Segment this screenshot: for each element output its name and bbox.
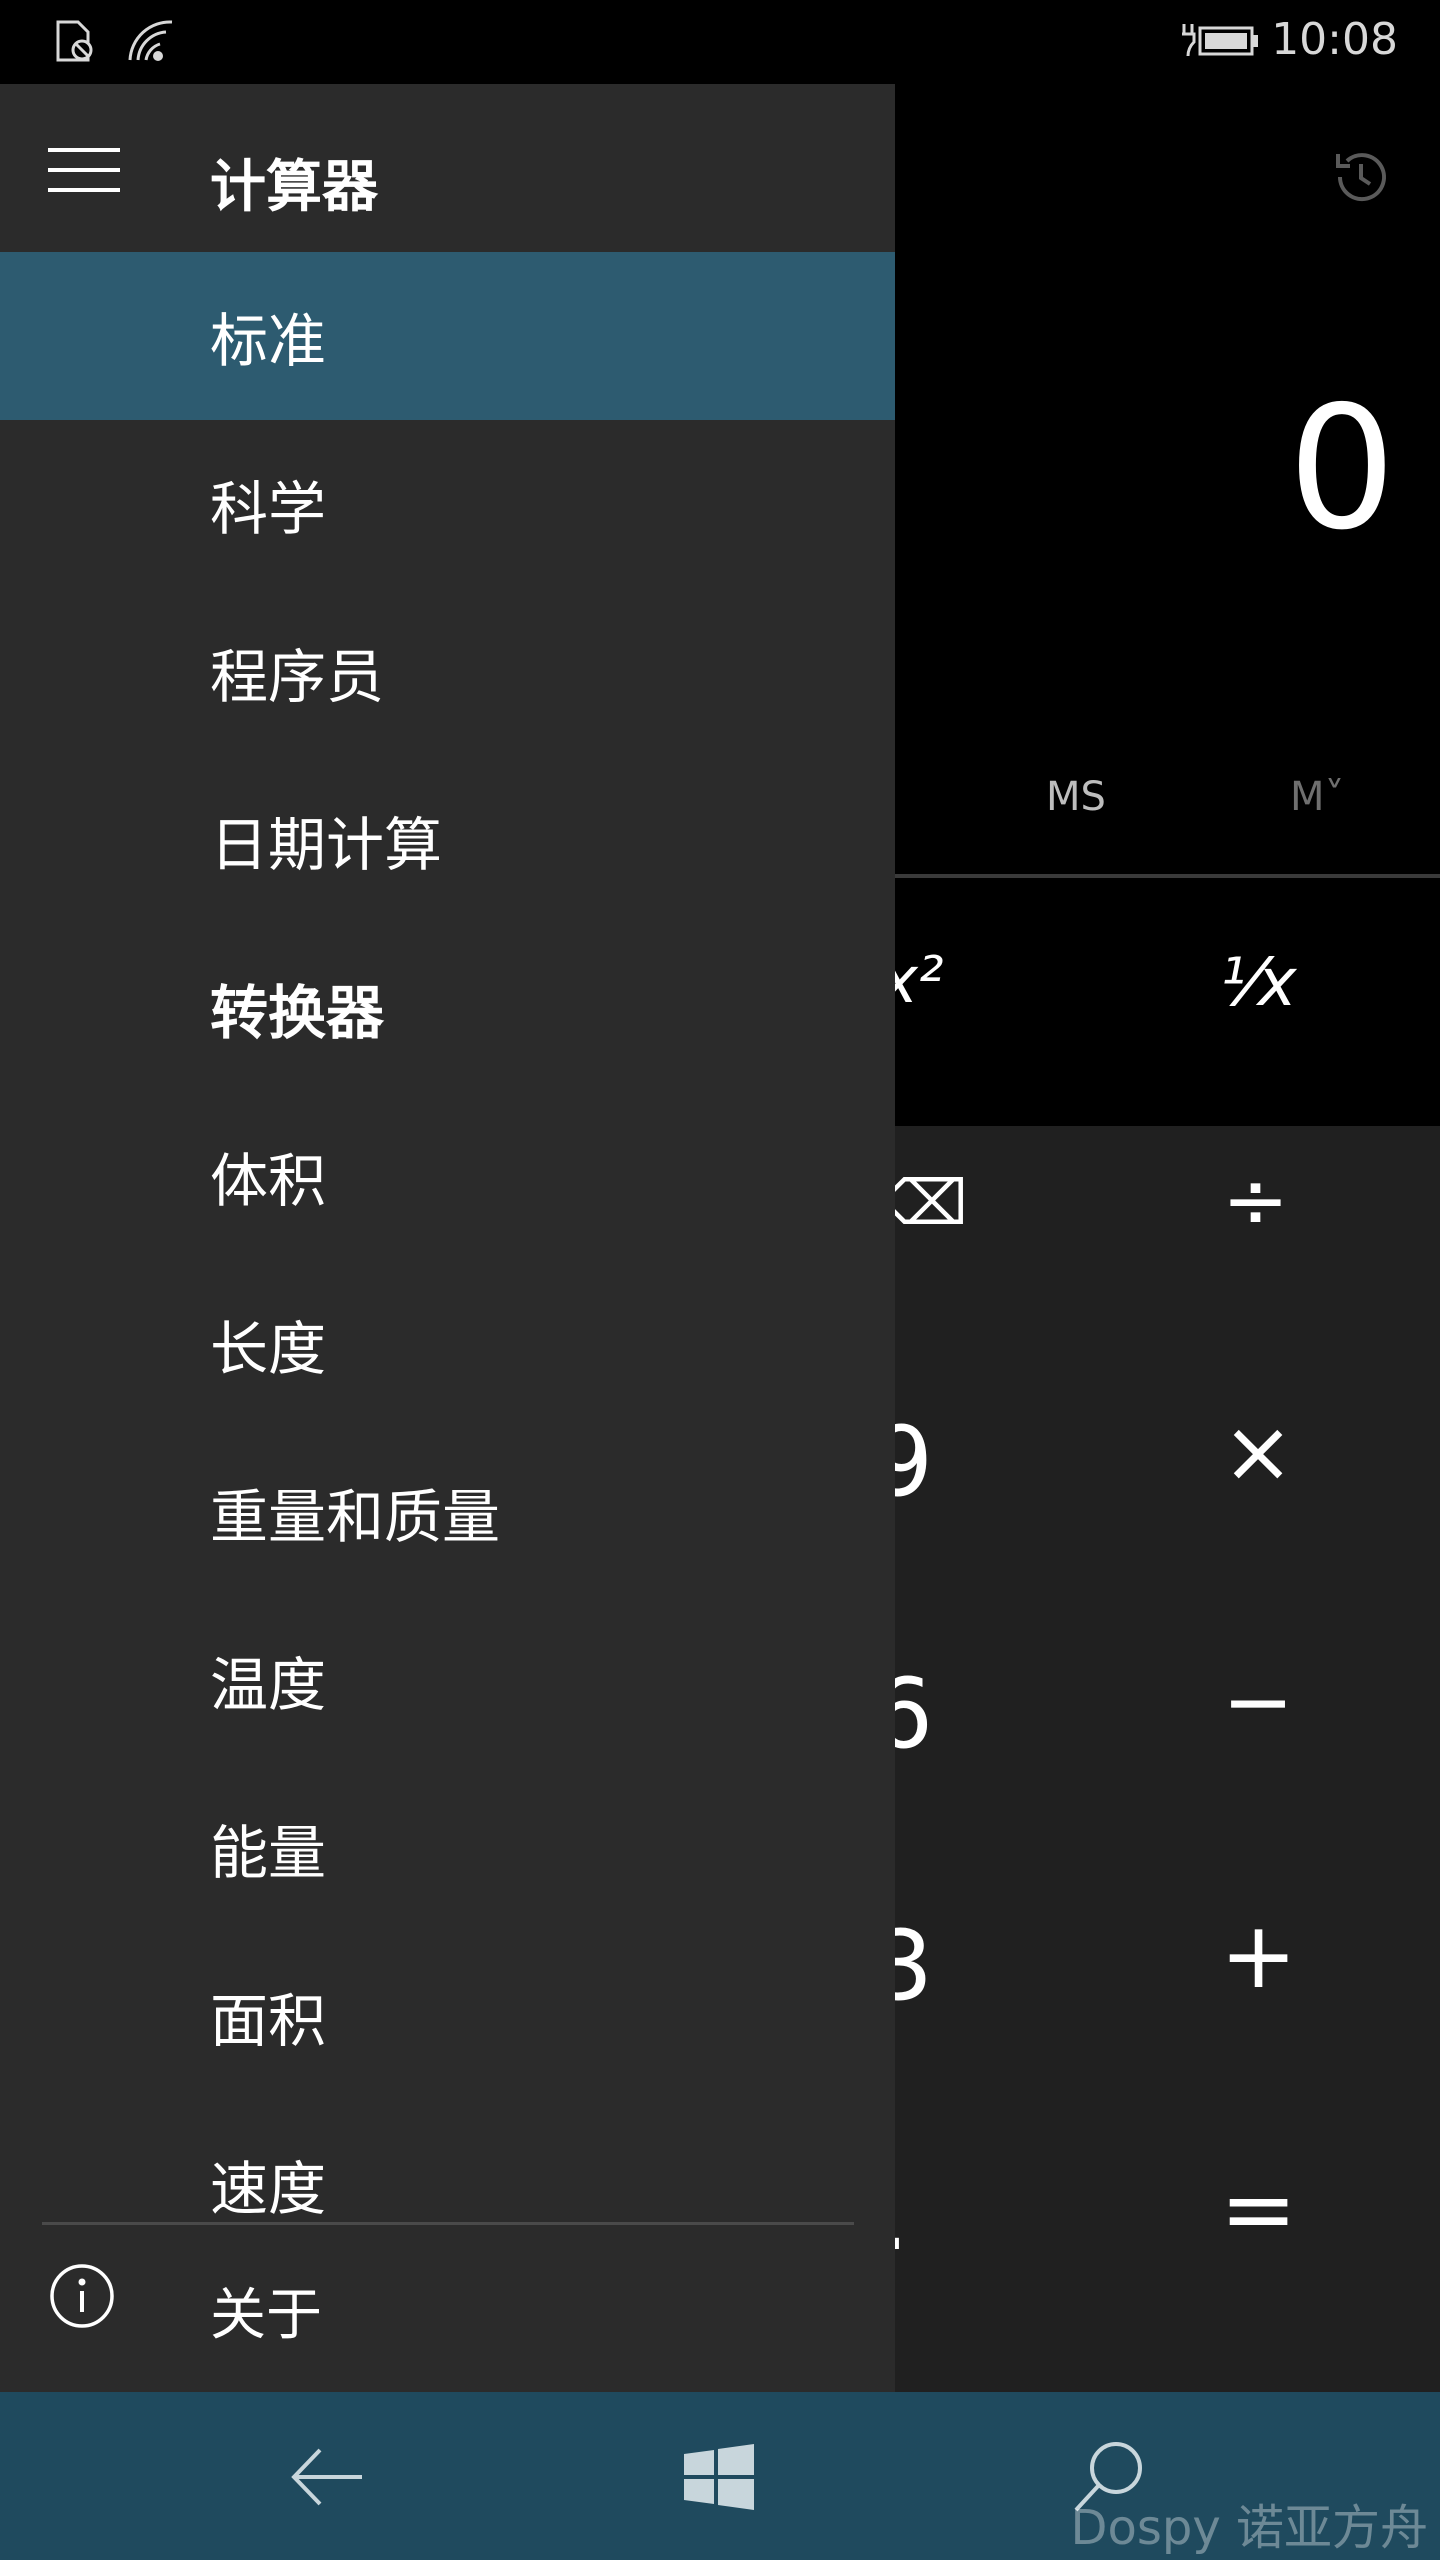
memory-store-button[interactable]: MS [1046,774,1106,820]
menu-item-label: 能量 [210,1819,327,1887]
status-bar: 10:08 [0,0,1440,84]
multiply-button[interactable]: × [1222,1402,1294,1502]
menu-item-programmer[interactable]: 程序员 [0,588,895,756]
wifi-icon [128,20,173,61]
menu-item-date-calculation[interactable]: 日期计算 [0,756,895,924]
no-sim-icon [56,20,93,62]
watermark: Dospy 诺亚方舟 [1070,2500,1428,2556]
menu-list: 标准 科学 程序员 日期计算 转换器 体积 长度 重量和质量 温度 能量 面积 … [0,252,895,2268]
menu-item-label: 科学 [210,475,327,543]
clock-time: 10:08 [1271,14,1398,65]
menu-item-volume[interactable]: 体积 [0,1092,895,1260]
minus-button[interactable]: − [1222,1652,1294,1752]
menu-item-scientific[interactable]: 科学 [0,420,895,588]
menu-item-area[interactable]: 面积 [0,1932,895,2100]
menu-item-standard[interactable]: 标准 [0,252,895,420]
menu-item-label: 日期计算 [210,811,443,879]
drawer-divider [42,2222,854,2225]
about-button[interactable]: 关于 [0,2228,895,2388]
about-label: 关于 [210,2283,322,2348]
screen: 10:08 0 MS M˅ x² ¹⁄x ⌫ ÷ 9 × 6 − 3 + = 计… [0,0,1440,2560]
menu-item-label: 重量和质量 [210,1483,501,1551]
reciprocal-button[interactable]: ¹⁄x [1220,944,1297,1021]
menu-item-temperature[interactable]: 温度 [0,1596,895,1764]
menu-item-label: 面积 [210,1987,327,2055]
result-display: 0 [1287,370,1396,568]
menu-item-label: 温度 [210,1651,327,1719]
menu-item-label: 速度 [210,2155,327,2223]
divide-button[interactable]: ÷ [1222,1154,1289,1247]
menu-item-label: 标准 [210,307,327,375]
battery-charging-icon [1182,24,1258,57]
menu-item-label: 程序员 [210,643,385,711]
plus-button[interactable]: + [1220,1902,1297,2009]
section-header-label: 转换器 [210,979,385,1047]
menu-item-energy[interactable]: 能量 [0,1764,895,1932]
menu-item-label: 长度 [210,1315,327,1383]
menu-scroll-area[interactable]: 标准 科学 程序员 日期计算 转换器 体积 长度 重量和质量 温度 能量 面积 … [0,252,895,2306]
equals-button[interactable]: = [1220,2156,1297,2263]
history-icon[interactable] [1328,144,1394,210]
system-nav-bar: Dospy 诺亚方舟 [0,2392,1440,2560]
drawer-header: 计算器 [0,84,895,252]
menu-item-label: 体积 [210,1147,327,1215]
app-title: 计算器 [210,155,378,220]
windows-icon[interactable] [674,2432,764,2522]
menu-item-length[interactable]: 长度 [0,1260,895,1428]
menu-item-weight-mass[interactable]: 重量和质量 [0,1428,895,1596]
hamburger-icon[interactable] [48,148,120,192]
memory-dropdown-button[interactable]: M˅ [1290,774,1345,820]
menu-section-converter: 转换器 [0,924,895,1092]
back-icon[interactable] [282,2432,372,2522]
info-icon [50,2264,114,2328]
navigation-drawer: 计算器 标准 科学 程序员 日期计算 转换器 体积 长度 重量和质量 温度 能量… [0,84,895,2392]
